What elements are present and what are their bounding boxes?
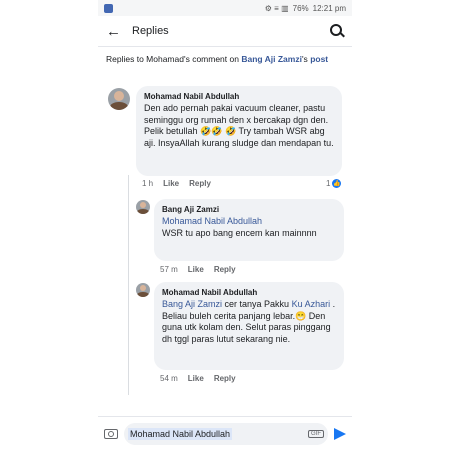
comment-text-part: cer tanya Pakku	[222, 299, 292, 309]
comment-author[interactable]: Mohamad Nabil Abdullah	[144, 92, 334, 101]
reply-button[interactable]: Reply	[214, 265, 236, 274]
reaction-number: 1	[326, 179, 331, 188]
mention-link[interactable]: Bang Aji Zamzi	[162, 299, 222, 309]
reply-button[interactable]: Reply	[189, 179, 211, 188]
comment-time: 1 h	[142, 179, 154, 188]
clock: 12:21 pm	[312, 3, 346, 13]
reaction-count[interactable]: 1 👍	[326, 179, 342, 188]
like-reaction-icon: 👍	[332, 179, 342, 188]
author-link[interactable]: Bang Aji Zamzi	[241, 54, 302, 64]
page-title: Replies	[132, 25, 169, 37]
avatar[interactable]	[136, 283, 150, 297]
comment-bubble: Mohamad Nabil Abdullah Bang Aji Zamzi ce…	[154, 282, 344, 370]
comment-bubble: Bang Aji Zamzi Mohamad Nabil Abdullah WS…	[154, 199, 344, 261]
avatar[interactable]	[108, 88, 130, 110]
comment-bubble: Mohamad Nabil Abdullah Den ado pernah pa…	[136, 86, 342, 176]
thread-line	[128, 175, 129, 395]
gif-icon[interactable]: GIF	[308, 429, 324, 438]
reply-input[interactable]: Mohamad Nabil Abdullah GIF	[124, 422, 328, 445]
comment-text: WSR tu apo bang encem kan mainnnn	[162, 227, 317, 238]
comment-time: 57 m	[160, 265, 178, 274]
comment-text: Bang Aji Zamzi cer tanya Pakku Ku Azhari…	[162, 299, 336, 345]
input-mention[interactable]: Mohamad Nabil Abdullah	[128, 427, 233, 440]
comment-author[interactable]: Mohamad Nabil Abdullah	[162, 288, 336, 297]
reply-context: Replies to Mohamad's comment on Bang Aji…	[98, 47, 352, 71]
send-icon[interactable]	[334, 427, 346, 440]
status-icons: ⚙ ≡ ▥	[264, 3, 289, 13]
post-link[interactable]: post	[310, 54, 328, 64]
comment-time: 54 m	[160, 374, 178, 383]
facebook-notification-icon	[104, 3, 113, 13]
like-button[interactable]: Like	[188, 374, 204, 383]
camera-icon[interactable]	[104, 428, 118, 439]
reply-button[interactable]: Reply	[214, 374, 236, 383]
like-button[interactable]: Like	[163, 179, 179, 188]
context-suffix: 's	[301, 54, 308, 64]
comment-author[interactable]: Bang Aji Zamzi	[162, 205, 336, 214]
app-bar: ← Replies	[98, 16, 352, 47]
back-arrow-icon[interactable]: ←	[106, 23, 126, 40]
comment-actions: 57 m Like Reply	[160, 265, 236, 274]
context-prefix: Replies to Mohamad's comment on	[106, 54, 242, 64]
battery-level: 76%	[292, 3, 309, 13]
like-button[interactable]: Like	[188, 265, 204, 274]
avatar[interactable]	[136, 200, 150, 214]
comment-actions: 54 m Like Reply	[160, 374, 236, 383]
status-bar: ⚙ ≡ ▥ 76% 12:21 pm	[98, 0, 352, 16]
comment-actions: 1 h Like Reply	[142, 179, 211, 188]
comment-text: Den ado pernah pakai vacuum cleaner, pas…	[144, 103, 334, 148]
mention-link[interactable]: Ku Azhari	[292, 299, 331, 309]
phone-screen: ⚙ ≡ ▥ 76% 12:21 pm ← Replies Replies to …	[98, 0, 352, 450]
comment-mention[interactable]: Mohamad Nabil Abdullah	[162, 216, 336, 228]
search-icon[interactable]	[330, 24, 344, 38]
reply-composer: Mohamad Nabil Abdullah GIF	[98, 416, 352, 450]
